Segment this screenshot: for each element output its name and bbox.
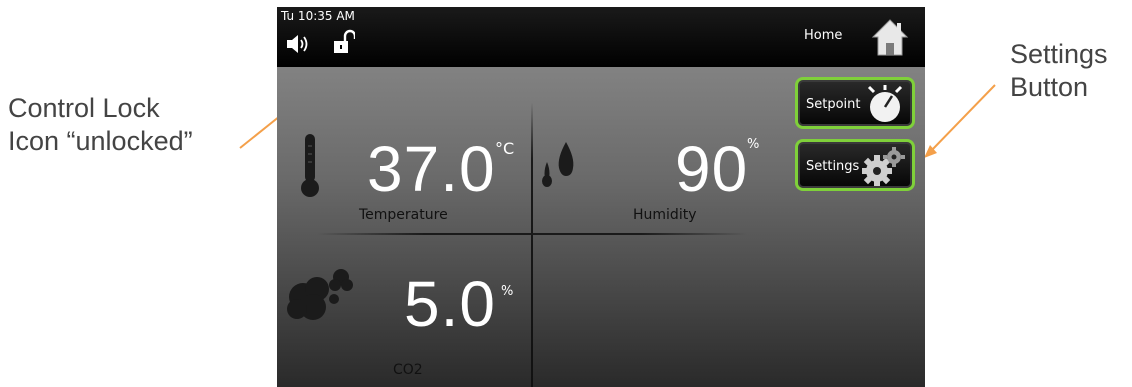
co2-label: CO2 [393, 362, 423, 378]
settings-button-label: Settings [806, 159, 860, 174]
quadrant-divider-horizontal [317, 233, 747, 235]
callout-control-lock-line2: Icon “unlocked” [8, 126, 193, 156]
setpoint-button-label: Setpoint [806, 97, 861, 112]
setpoint-button[interactable]: Setpoint [795, 77, 915, 129]
timer-icon [864, 84, 906, 129]
quadrant-divider-vertical [531, 102, 533, 387]
temperature-label: Temperature [359, 207, 448, 223]
callout-settings-line1: Settings [1010, 39, 1108, 69]
status-bar: Tu 10:35 AM Home [277, 7, 925, 67]
arrow-to-settings [929, 84, 996, 153]
callout-settings-button: Settings Button [1010, 38, 1130, 104]
co2-unit: % [501, 284, 514, 299]
cloud-icon [285, 265, 355, 330]
callout-control-lock: Control Lock Icon “unlocked” [8, 92, 258, 158]
humidity-value: 90 [675, 133, 749, 205]
humidity-label: Humidity [633, 207, 697, 223]
humidity-unit: % [747, 137, 760, 152]
callout-control-lock-line1: Control Lock [8, 93, 160, 123]
callout-settings-line2: Button [1010, 72, 1089, 102]
clock: Tu 10:35 AM [281, 9, 355, 23]
unlocked-padlock-icon[interactable] [333, 29, 357, 60]
temperature-value: 37.0 [367, 133, 496, 205]
co2-value: 5.0 [404, 268, 496, 340]
thermometer-icon [301, 132, 321, 205]
gears-icon [860, 146, 906, 193]
temperature-unit: °C [495, 139, 515, 158]
controller-screen: Tu 10:35 AM Home Setpoint Settings 37.0 … [277, 7, 925, 387]
speaker-icon[interactable] [286, 33, 314, 60]
home-icon[interactable] [871, 17, 909, 62]
settings-button[interactable]: Settings [795, 139, 915, 191]
arrow-to-settings-head [924, 145, 937, 158]
water-drops-icon [539, 140, 579, 195]
home-label[interactable]: Home [804, 28, 842, 43]
